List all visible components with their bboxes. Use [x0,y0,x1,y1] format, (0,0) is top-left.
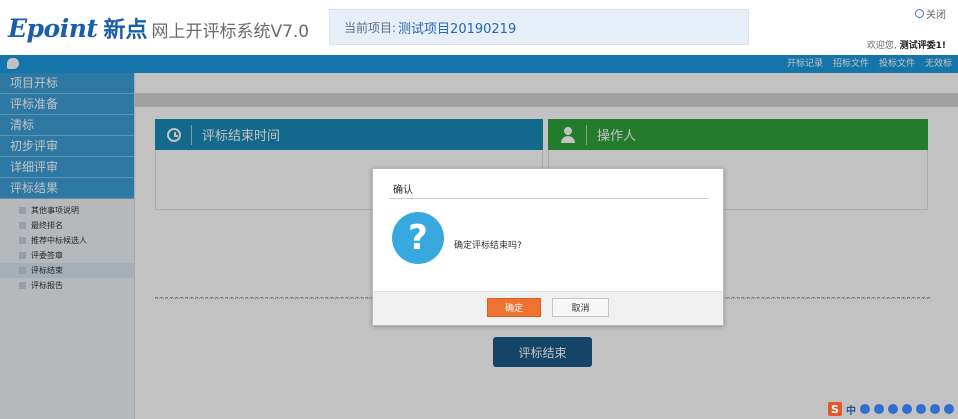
dialog-footer: 确定 取消 [373,291,723,325]
close-link[interactable]: 关闭 [915,6,946,21]
ime-toolbar: S 中 [828,402,954,417]
skin-icon[interactable] [930,404,940,414]
current-project-box: 当前项目: 测试项目20190219 [329,9,749,45]
keyboard-icon[interactable] [902,404,912,414]
toolbox-icon[interactable] [944,404,954,414]
sogou-ime-icon[interactable]: S [828,402,842,416]
logo-name: 新点 [103,18,148,43]
microphone-icon[interactable] [888,404,898,414]
user-center-icon[interactable] [916,404,926,414]
logo-brand: Epoint [8,14,98,43]
confirm-button[interactable]: 确定 [487,298,541,317]
power-icon [915,9,924,18]
app-logo: Epoint 新点 网上开评标系统V7.0 [8,12,310,43]
current-project-label: 当前项目: [344,20,397,35]
punctuation-icon[interactable] [860,404,870,414]
emoji-icon[interactable] [874,404,884,414]
dialog-title: 确认 [393,185,413,196]
cancel-button[interactable]: 取消 [552,298,609,317]
question-icon: ? [392,212,444,264]
dialog-message: 确定评标结束吗? [454,241,522,251]
close-label: 关闭 [926,10,946,21]
confirm-dialog: 确认 ? 确定评标结束吗? 确定 取消 [372,168,724,326]
welcome-prefix: 欢迎您, [866,41,897,51]
ime-mode-label[interactable]: 中 [846,402,856,417]
welcome-text: 欢迎您, 测试评委1! [867,38,946,51]
system-title: 网上开评标系统V7.0 [151,22,310,42]
current-project-name: 测试项目20190219 [398,21,517,37]
dialog-divider [389,198,709,199]
welcome-user: 测试评委1! [899,41,946,51]
app-header: Epoint 新点 网上开评标系统V7.0 当前项目: 测试项目20190219… [0,0,958,55]
